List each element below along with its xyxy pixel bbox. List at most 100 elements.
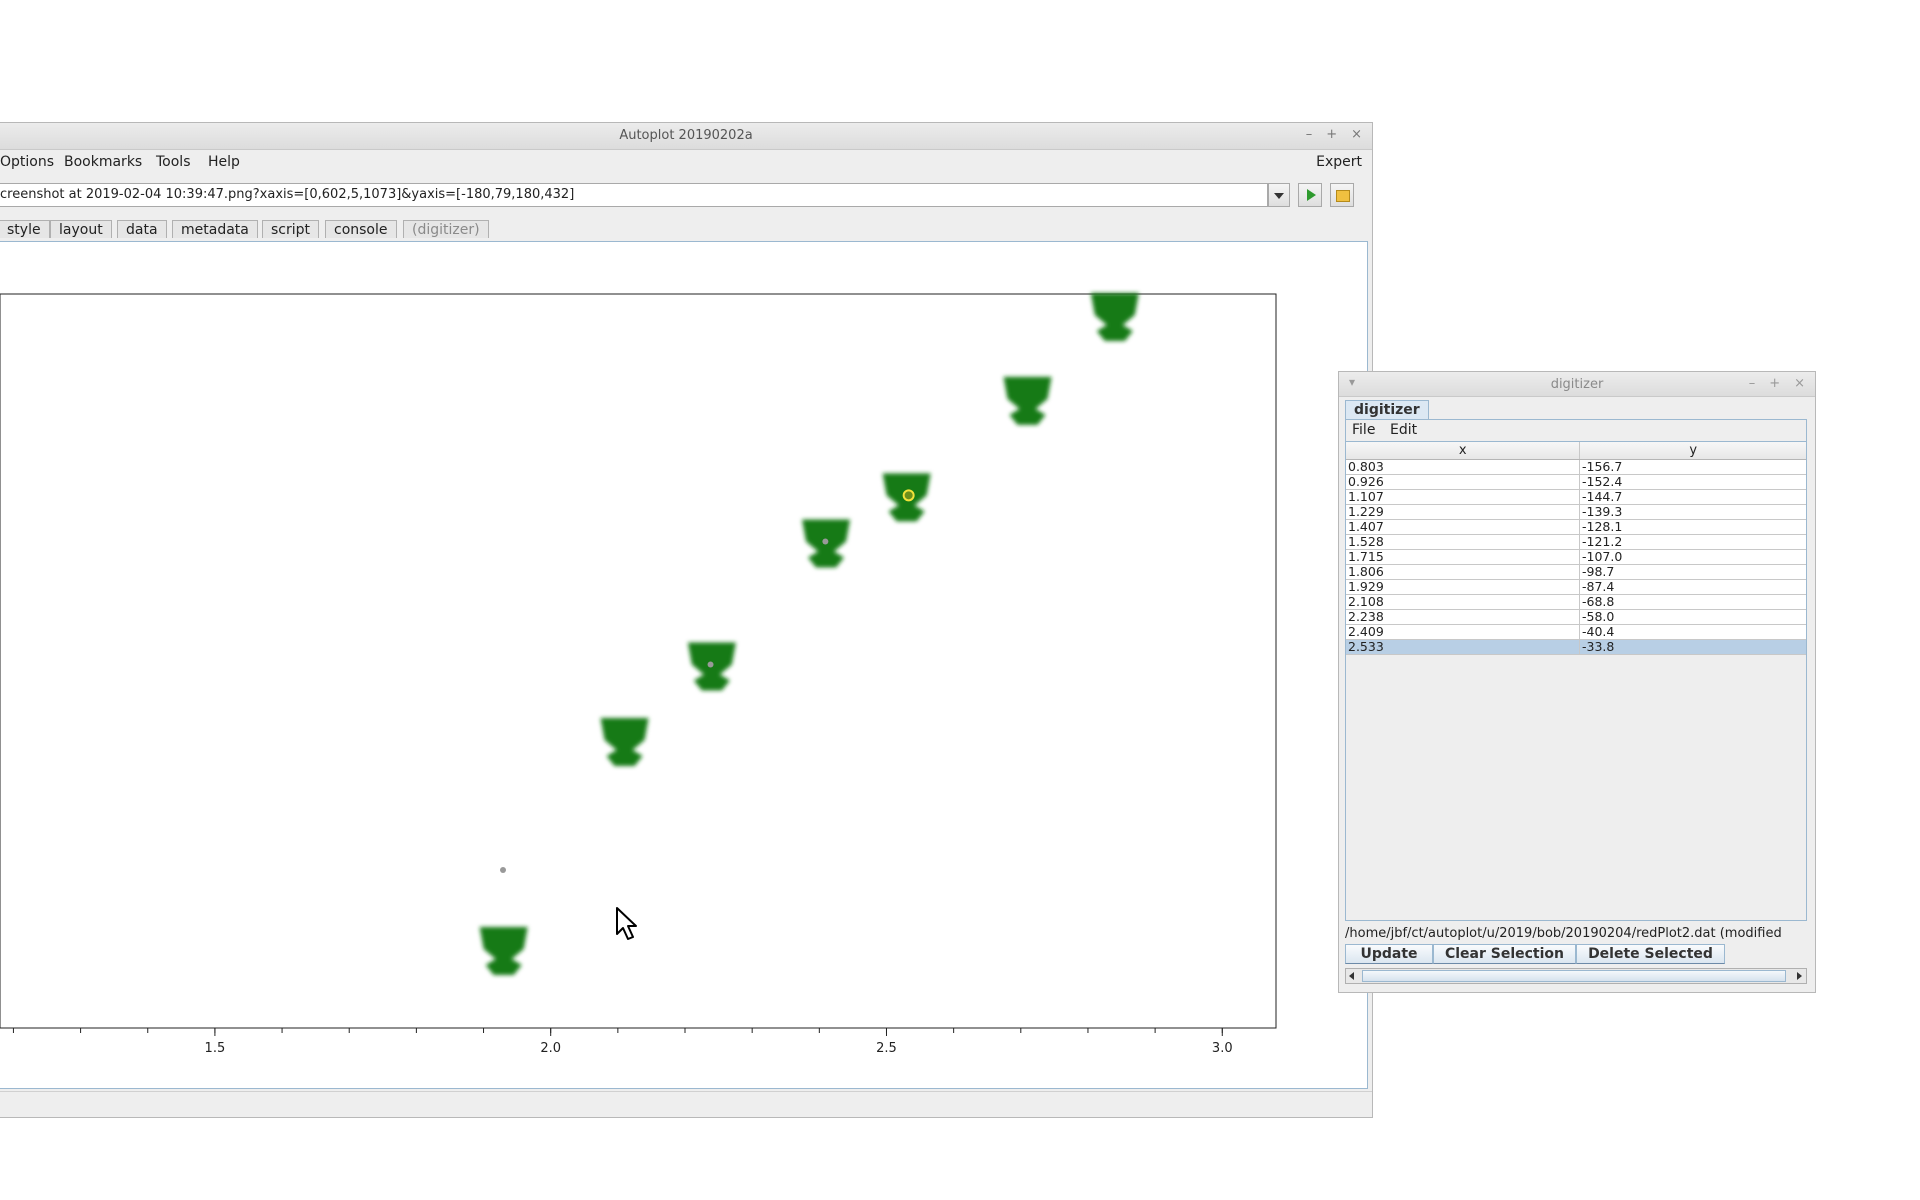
scatter-plot[interactable]: 1.5 2.0 2.5 3.0 [0,242,1366,1088]
tab-script[interactable]: script [262,220,320,238]
digitized-point[interactable] [822,538,829,545]
tab-data[interactable]: data [117,220,167,238]
digitizer-menubar: File Edit [1345,419,1807,441]
address-row: creenshot at 2019-02-04 10:39:47.png?xax… [0,183,1372,213]
table-row[interactable]: 2.409 -40.4 [1346,625,1806,640]
cell-y[interactable]: -40.4 [1580,625,1806,639]
cell-y[interactable]: -98.7 [1580,565,1806,579]
play-icon[interactable] [1298,183,1322,207]
x-axis: 1.5 2.0 2.5 3.0 [12,1028,1233,1056]
menu-help[interactable]: Help [208,154,240,170]
cell-y[interactable]: -156.7 [1580,460,1806,474]
x-tick-label: 2.0 [540,1041,561,1056]
cell-y[interactable]: -33.8 [1580,640,1806,654]
table-row[interactable]: 1.715 -107.0 [1346,550,1806,565]
column-header-x[interactable]: x [1346,442,1581,459]
column-header-y[interactable]: y [1580,442,1806,459]
cell-x[interactable]: 1.929 [1346,580,1580,594]
cell-x[interactable]: 2.108 [1346,595,1580,609]
open-folder-icon[interactable] [1330,183,1354,207]
scroll-left-icon[interactable] [1346,969,1360,983]
close-button[interactable]: × [1794,376,1805,391]
cell-y[interactable]: -58.0 [1580,610,1806,624]
scroll-right-icon[interactable] [1792,969,1806,983]
digitizer-window: ▾ digitizer – + × digitizer File Edit x … [1338,371,1816,993]
autoplot-window: Autoplot 20190202a – + × Options Bookmar… [0,122,1373,1118]
cell-y[interactable]: -121.2 [1580,535,1806,549]
x-tick-label: 3.0 [1212,1041,1233,1056]
table-header: x y [1346,442,1806,460]
table-row[interactable]: 1.407 -128.1 [1346,520,1806,535]
window-title: Autoplot 20190202a [619,128,753,143]
x-tick-label: 2.5 [876,1041,897,1056]
menu-file[interactable]: File [1352,422,1375,438]
tab-bar: style layout data metadata script consol… [0,220,1372,240]
tab-digitizer[interactable]: (digitizer) [403,220,489,238]
maximize-button[interactable]: + [1769,376,1780,391]
address-input[interactable]: creenshot at 2019-02-04 10:39:47.png?xax… [0,183,1268,207]
x-tick-label: 1.5 [205,1041,226,1056]
table-body: 0.803 -156.7 0.926 -152.4 1.107 -144.7 1.229 -1… [1346,460,1806,655]
menu-expert[interactable]: Expert [1316,154,1362,170]
scroll-thumb[interactable] [1362,970,1786,982]
cell-y[interactable]: -152.4 [1580,475,1806,489]
tab-style[interactable]: style [0,220,50,238]
plot-canvas[interactable]: 1.5 2.0 2.5 3.0 [0,241,1368,1089]
cell-x[interactable]: 1.528 [1346,535,1580,549]
tab-layout[interactable]: layout [50,220,112,238]
minimize-button[interactable]: – [1306,127,1313,142]
cell-x[interactable]: 1.107 [1346,490,1580,504]
table-row[interactable]: 1.806 -98.7 [1346,565,1806,580]
main-menubar: Options Bookmarks Tools Help Expert [0,150,1372,174]
digitizer-titlebar[interactable]: ▾ digitizer – + × [1339,372,1815,397]
table-row[interactable]: 2.238 -58.0 [1346,610,1806,625]
cell-y[interactable]: -139.3 [1580,505,1806,519]
close-button[interactable]: × [1351,127,1362,142]
table-row[interactable]: 0.926 -152.4 [1346,475,1806,490]
tab-metadata[interactable]: metadata [172,220,258,238]
main-titlebar[interactable]: Autoplot 20190202a – + × [0,123,1372,150]
digitizer-title: digitizer [1550,377,1604,392]
cell-x[interactable]: 1.407 [1346,520,1580,534]
cell-y[interactable]: -68.8 [1580,595,1806,609]
cell-x[interactable]: 1.229 [1346,505,1580,519]
points-table[interactable]: x y 0.803 -156.7 0.926 -152.4 1.107 -144.7 1.2… [1345,441,1807,921]
table-row[interactable]: 1.528 -121.2 [1346,535,1806,550]
file-path-label: /home/jbf/ct/autoplot/u/2019/bob/2019020… [1345,926,1782,941]
update-button[interactable]: Update [1345,944,1433,964]
cell-x[interactable]: 2.533 [1346,640,1580,654]
maximize-button[interactable]: + [1326,127,1337,142]
plot-frame [0,293,1277,1029]
delete-selected-button[interactable]: Delete Selected [1576,944,1725,964]
menu-options[interactable]: Options [0,154,54,170]
table-row[interactable]: 2.108 -68.8 [1346,595,1806,610]
address-dropdown-button[interactable] [1268,183,1290,207]
menu-tools[interactable]: Tools [156,154,191,170]
cell-x[interactable]: 2.409 [1346,625,1580,639]
tab-digitizer-panel[interactable]: digitizer [1345,400,1429,419]
table-row[interactable]: 1.229 -139.3 [1346,505,1806,520]
clear-selection-button[interactable]: Clear Selection [1433,944,1576,964]
digitized-point[interactable] [500,867,507,874]
cell-x[interactable]: 1.715 [1346,550,1580,564]
minimize-button[interactable]: – [1749,376,1756,391]
status-bar [0,1091,1372,1114]
table-row[interactable]: 2.533 -33.8 [1346,640,1806,655]
cell-y[interactable]: -144.7 [1580,490,1806,504]
horizontal-scrollbar[interactable] [1345,968,1807,984]
cell-x[interactable]: 2.238 [1346,610,1580,624]
menu-bookmarks[interactable]: Bookmarks [64,154,142,170]
digitized-point[interactable] [707,661,714,668]
cell-x[interactable]: 1.806 [1346,565,1580,579]
table-row[interactable]: 1.929 -87.4 [1346,580,1806,595]
cell-x[interactable]: 0.926 [1346,475,1580,489]
menu-edit[interactable]: Edit [1390,422,1417,438]
cell-y[interactable]: -107.0 [1580,550,1806,564]
cell-y[interactable]: -128.1 [1580,520,1806,534]
table-row[interactable]: 1.107 -144.7 [1346,490,1806,505]
table-row[interactable]: 0.803 -156.7 [1346,460,1806,475]
selected-digitized-point[interactable] [902,489,915,502]
cell-x[interactable]: 0.803 [1346,460,1580,474]
cell-y[interactable]: -87.4 [1580,580,1806,594]
tab-console[interactable]: console [325,220,397,238]
